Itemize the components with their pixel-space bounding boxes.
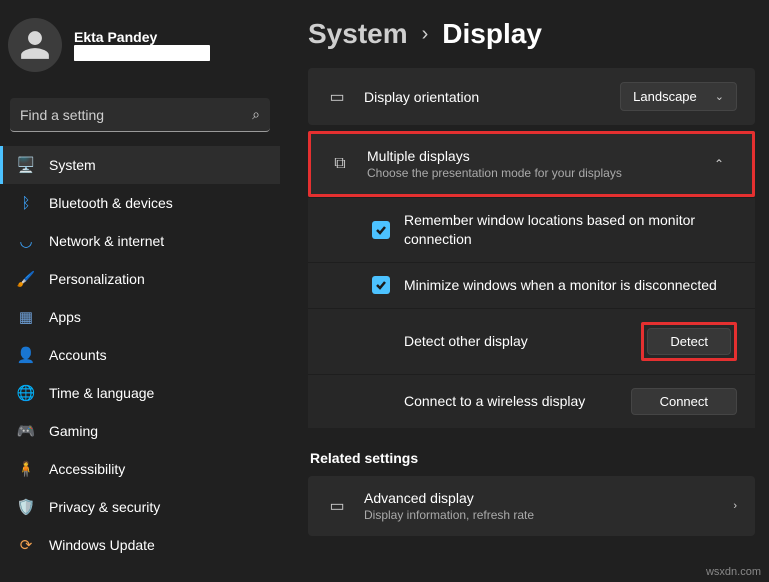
- sidebar-item-personalization[interactable]: 🖌️ Personalization: [0, 260, 280, 298]
- avatar: [8, 18, 62, 72]
- clock-icon: 🌐: [17, 384, 35, 402]
- nav-label: System: [49, 157, 96, 173]
- page-title: Display: [442, 18, 542, 50]
- apps-icon: ▦: [17, 308, 35, 326]
- nav-label: Windows Update: [49, 537, 155, 553]
- chevron-up-icon[interactable]: ⌃: [704, 149, 734, 179]
- nav-list: 🖥️ System ᛒ Bluetooth & devices ◡ Network &…: [0, 146, 280, 564]
- search-icon: ⌕: [242, 106, 270, 123]
- multiple-displays-header[interactable]: ⧉ Multiple displays Choose the presentat…: [308, 131, 755, 197]
- sidebar-item-privacy[interactable]: 🛡️ Privacy & security: [0, 488, 280, 526]
- bluetooth-icon: ᛒ: [17, 194, 35, 212]
- nav-label: Apps: [49, 309, 81, 325]
- minimize-label: Minimize windows when a monitor is disco…: [404, 276, 737, 295]
- sidebar-item-accessibility[interactable]: 🧍 Accessibility: [0, 450, 280, 488]
- nav-label: Network & internet: [49, 233, 164, 249]
- main-content: System › Display ▭ Display orientation L…: [280, 0, 769, 582]
- orientation-dropdown[interactable]: Landscape ⌄: [620, 82, 737, 111]
- multiple-displays-body: Remember window locations based on monit…: [308, 197, 755, 428]
- accounts-icon: 👤: [17, 346, 35, 364]
- breadcrumb-parent[interactable]: System: [308, 18, 408, 50]
- chevron-right-icon: ›: [422, 23, 429, 46]
- display-orientation-card: ▭ Display orientation Landscape ⌄: [308, 68, 755, 125]
- advanced-subtitle: Display information, refresh rate: [364, 508, 717, 522]
- detect-label: Detect other display: [372, 332, 627, 351]
- sidebar-item-system[interactable]: 🖥️ System: [0, 146, 280, 184]
- sidebar-item-bluetooth[interactable]: ᛒ Bluetooth & devices: [0, 184, 280, 222]
- detect-button[interactable]: Detect: [647, 328, 731, 355]
- nav-label: Personalization: [49, 271, 145, 287]
- sidebar-item-update[interactable]: ⟳ Windows Update: [0, 526, 280, 564]
- user-email: ████████████████: [74, 45, 210, 61]
- multiple-displays-title: Multiple displays: [367, 148, 688, 164]
- wireless-row: Connect to a wireless display Connect: [308, 374, 755, 428]
- remember-label: Remember window locations based on monit…: [404, 211, 737, 249]
- system-icon: 🖥️: [17, 156, 35, 174]
- sidebar: Ekta Pandey ████████████████ ⌕ 🖥️ System …: [0, 0, 280, 582]
- multiple-displays-subtitle: Choose the presentation mode for your di…: [367, 166, 688, 180]
- advanced-display-card[interactable]: ▭ Advanced display Display information, …: [308, 476, 755, 536]
- search-input-wrap[interactable]: ⌕: [10, 98, 270, 132]
- orientation-value: Landscape: [633, 89, 697, 104]
- breadcrumb: System › Display: [308, 18, 755, 50]
- user-profile[interactable]: Ekta Pandey ████████████████: [0, 10, 280, 88]
- nav-label: Privacy & security: [49, 499, 160, 515]
- sidebar-item-gaming[interactable]: 🎮 Gaming: [0, 412, 280, 450]
- orientation-icon: ▭: [326, 87, 348, 107]
- detect-row: Detect other display Detect: [308, 308, 755, 374]
- multiple-displays-card: ⧉ Multiple displays Choose the presentat…: [308, 131, 755, 428]
- minimize-checkbox[interactable]: [372, 276, 390, 294]
- person-icon: [18, 28, 52, 62]
- shield-icon: 🛡️: [17, 498, 35, 516]
- multiple-displays-icon: ⧉: [329, 155, 351, 173]
- remember-row: Remember window locations based on monit…: [308, 197, 755, 262]
- chevron-down-icon: ⌄: [715, 90, 724, 103]
- chevron-right-icon: ›: [733, 500, 737, 512]
- watermark: wsxdn.com: [706, 566, 761, 578]
- nav-label: Accounts: [49, 347, 107, 363]
- search-input[interactable]: [10, 107, 242, 123]
- nav-label: Time & language: [49, 385, 154, 401]
- orientation-label: Display orientation: [364, 89, 604, 105]
- gaming-icon: 🎮: [17, 422, 35, 440]
- sidebar-item-apps[interactable]: ▦ Apps: [0, 298, 280, 336]
- wifi-icon: ◡: [17, 232, 35, 250]
- user-name: Ekta Pandey: [74, 29, 210, 45]
- sidebar-item-time-language[interactable]: 🌐 Time & language: [0, 374, 280, 412]
- advanced-title: Advanced display: [364, 490, 717, 506]
- sidebar-item-network[interactable]: ◡ Network & internet: [0, 222, 280, 260]
- nav-label: Accessibility: [49, 461, 125, 477]
- remember-checkbox[interactable]: [372, 221, 390, 239]
- minimize-row: Minimize windows when a monitor is disco…: [308, 262, 755, 308]
- sidebar-item-accounts[interactable]: 👤 Accounts: [0, 336, 280, 374]
- accessibility-icon: 🧍: [17, 460, 35, 478]
- connect-button[interactable]: Connect: [631, 388, 737, 415]
- nav-label: Gaming: [49, 423, 98, 439]
- monitor-icon: ▭: [326, 496, 348, 516]
- wireless-label: Connect to a wireless display: [372, 392, 617, 411]
- related-settings-title: Related settings: [310, 450, 755, 466]
- brush-icon: 🖌️: [17, 270, 35, 288]
- nav-label: Bluetooth & devices: [49, 195, 173, 211]
- update-icon: ⟳: [17, 536, 35, 554]
- user-info: Ekta Pandey ████████████████: [74, 29, 210, 61]
